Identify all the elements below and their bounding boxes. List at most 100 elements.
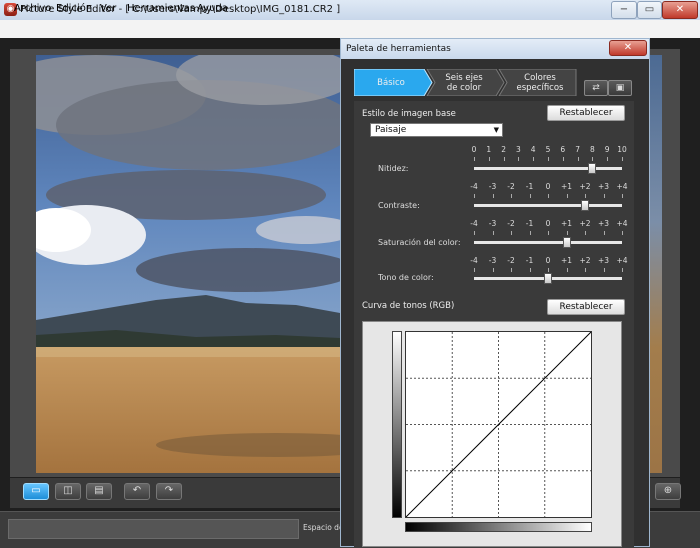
sharpness-thumb[interactable] <box>588 163 597 174</box>
palette-close-button[interactable]: ✕ <box>609 40 647 56</box>
slider-scale-label: +3 <box>597 256 610 265</box>
slider-scale-label: +3 <box>597 182 610 191</box>
fit-view-button[interactable]: ▤ <box>86 483 112 500</box>
landscape-photo <box>36 55 340 473</box>
slider-scale-label: 6 <box>560 145 566 154</box>
sharpness-scale: 0 1 2 3 4 5 6 7 8 9 10 <box>471 145 627 155</box>
minimize-icon: − <box>619 4 629 15</box>
zoom-button[interactable]: ⊕ <box>655 483 681 500</box>
close-icon: ✕ <box>675 4 685 15</box>
color-tone-thumb[interactable] <box>544 273 552 284</box>
menu-archivo[interactable]: Archivo <box>14 3 51 14</box>
close-icon: ✕ <box>623 42 633 53</box>
split-view-button[interactable]: ◫ <box>55 483 81 500</box>
contrast-thumb[interactable] <box>581 200 589 211</box>
slider-tick <box>622 157 623 161</box>
saturation-label: Saturación del color: <box>378 238 461 247</box>
base-style-reset-button[interactable]: Restablecer <box>547 105 625 121</box>
slider-scale-label: +2 <box>579 182 591 191</box>
slider-tick <box>533 157 535 161</box>
tab-colores-especificos[interactable]: Colores específicos <box>505 69 575 96</box>
color-tone-scale: -4 -3 -2 -1 0 +1 +2 +3 +4 <box>470 256 627 266</box>
slider-tick <box>492 268 494 272</box>
input-gradient <box>405 522 592 532</box>
slider-tick <box>474 231 475 235</box>
minimize-button[interactable]: − <box>611 1 637 19</box>
slider-tick <box>474 268 475 272</box>
slider-tick <box>529 231 531 235</box>
slider-scale-label: -4 <box>470 256 478 265</box>
slider-tick <box>529 268 531 272</box>
chevron-down-icon: ▼ <box>493 126 499 134</box>
tone-curve-graph[interactable] <box>405 331 592 518</box>
slider-tick <box>603 194 605 198</box>
save-preset-button[interactable]: ⇄ <box>584 80 608 96</box>
slider-tick <box>577 157 579 161</box>
rotate-right-icon: ↷ <box>164 485 174 496</box>
color-tone-label: Tono de color: <box>378 273 434 282</box>
sharpness-label: Nitidez: <box>378 164 409 173</box>
menu-herramientas[interactable]: Herramientas <box>127 3 195 14</box>
single-view-button[interactable]: ▭ <box>23 483 49 500</box>
fit-view-icon: ▤ <box>94 485 104 496</box>
contrast-scale: -4 -3 -2 -1 0 +1 +2 +3 +4 <box>470 182 628 192</box>
save-preset-icon: ⇄ <box>592 83 600 93</box>
slider-tick <box>566 194 568 198</box>
slider-scale-label: -3 <box>488 256 497 265</box>
slider-scale-label: +3 <box>597 219 610 228</box>
slider-scale-label: 2 <box>501 145 506 154</box>
slider-tick <box>603 231 605 235</box>
slider-scale-label: 1 <box>486 145 492 154</box>
contrast-label: Contraste: <box>378 201 420 210</box>
slider-scale-label: -4 <box>470 182 478 191</box>
slider-scale-label: +4 <box>616 182 628 191</box>
slider-tick <box>622 268 623 272</box>
tab-seis-ejes[interactable]: Seis ejes de color <box>433 69 495 96</box>
slider-tick <box>511 268 512 272</box>
saturation-track[interactable] <box>474 241 622 244</box>
contrast-track[interactable] <box>474 204 622 207</box>
slider-scale-label: -1 <box>525 256 534 265</box>
slider-scale-label: 4 <box>530 145 536 154</box>
sharpness-ticks <box>474 157 623 163</box>
slider-tick <box>488 157 490 161</box>
maximize-button[interactable]: ▭ <box>637 1 662 19</box>
slider-scale-label: +1 <box>560 256 573 265</box>
slider-tick <box>585 231 586 235</box>
slider-tick <box>622 194 623 198</box>
slider-scale-label: -4 <box>470 219 478 228</box>
zoom-icon: ⊕ <box>663 485 673 496</box>
tone-curve-reset-button[interactable]: Restablecer <box>547 299 625 315</box>
rotate-left-button[interactable]: ↶ <box>124 483 150 500</box>
slider-scale-label: 7 <box>575 145 580 154</box>
sharpness-track[interactable] <box>474 167 622 170</box>
slider-tick <box>548 268 549 272</box>
saturation-thumb[interactable] <box>562 237 571 248</box>
base-style-select[interactable]: Paisaje ▼ <box>370 123 503 137</box>
slider-scale-label: 10 <box>617 145 627 154</box>
rotate-left-icon: ↶ <box>132 485 142 496</box>
slider-tick <box>562 157 564 161</box>
slider-tick <box>511 194 512 198</box>
slider-tick <box>585 194 586 198</box>
menu-ayuda[interactable]: Ayuda <box>197 3 228 14</box>
close-button[interactable]: ✕ <box>662 1 698 19</box>
rotate-right-button[interactable]: ↷ <box>156 483 182 500</box>
slider-scale-label: -2 <box>507 256 515 265</box>
menu-edicion[interactable]: Edición <box>56 3 92 14</box>
preview-image[interactable] <box>36 55 340 473</box>
slider-scale-label: 0 <box>545 256 551 265</box>
slider-scale-label: +1 <box>560 182 573 191</box>
palette-title: Paleta de herramientas <box>346 44 451 54</box>
save-file-button[interactable]: ▣ <box>608 80 632 96</box>
menu-ver[interactable]: Ver <box>100 3 116 14</box>
tab-basico[interactable]: Básico <box>358 69 424 96</box>
slider-scale-label: 0 <box>471 145 477 154</box>
slider-tick <box>548 157 549 161</box>
slider-scale-label: -3 <box>488 219 497 228</box>
slider-scale-label: 0 <box>545 219 551 228</box>
save-file-icon: ▣ <box>615 83 625 93</box>
slider-scale-label: -1 <box>525 182 534 191</box>
slider-scale-label: -3 <box>488 182 497 191</box>
status-field <box>8 519 299 539</box>
